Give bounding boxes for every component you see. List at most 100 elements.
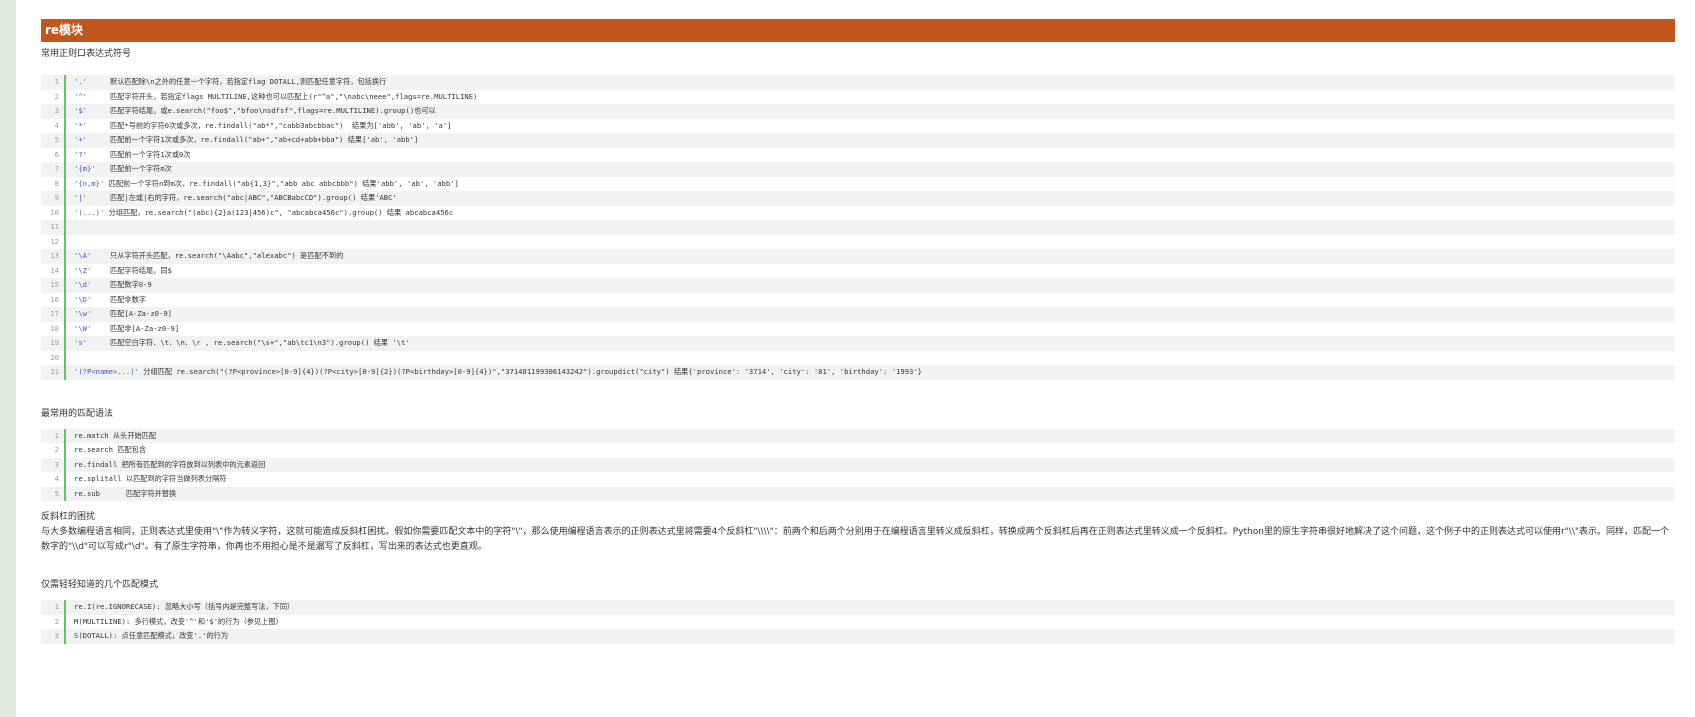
code-gutter: [64, 75, 66, 90]
code-gutter: [64, 472, 66, 487]
line-number: 10: [50, 207, 59, 217]
code-text: '\D' 匹配非数字: [74, 293, 146, 308]
code-text: '.' 默认匹配除\n之外的任意一个字符，若指定flag DOTALL,则匹配任意…: [74, 75, 386, 90]
line-number: 18: [50, 323, 59, 333]
regex-symbol: '{n,m}': [74, 178, 105, 188]
regex-description: 匹配字符结尾，或e.search("foo$","bfoo\nsdfsf",fl…: [110, 106, 436, 115]
code-line: 4 re.splitall 以匹配到的字符当做列表分隔符: [41, 472, 1675, 487]
code-gutter: [64, 278, 66, 293]
regex-description: 分组匹配，re.search("(abc){2}a(123|456)c", "a…: [108, 207, 454, 217]
code-gutter: [64, 162, 66, 177]
code-gutter: [64, 263, 66, 278]
regex-description: 匹配非[A-Za-z0-9]: [110, 323, 180, 333]
regex-description: 匹配|左或|右的字符，re.search("abc|ABC","ABCBabcC…: [110, 193, 397, 202]
line-number: 21: [50, 367, 59, 376]
regex-symbol: '\W': [74, 323, 92, 333]
code-gutter: [64, 486, 66, 501]
regex-symbol: '$': [74, 106, 87, 115]
code-gutter: [64, 220, 66, 235]
regex-symbol: '\w': [74, 309, 92, 318]
regex-description: 匹配前一个字符1次或多次，re.findall("ab+","ab+cd+abb…: [110, 135, 419, 144]
regex-symbol: '+': [74, 135, 87, 144]
regex-description: 匹配字符结尾，同$: [110, 265, 172, 275]
code-line: 20: [41, 350, 1675, 365]
code-line: 1 re.I(re.IGNORECASE): 忽略大小写（括号内是完整写法，下同）: [41, 600, 1675, 615]
regex-description: 匹配*号前的字符0次或多次，re.findall("ab*","cabb3abc…: [110, 120, 452, 130]
code-block-symbols: 1 '.' 默认匹配除\n之外的任意一个字符，若指定flag DOTALL,则匹配任…: [41, 75, 1675, 380]
regex-description: 匹配前一个字符1次或0次: [110, 149, 191, 159]
code-line: 10 '(...)' 分组匹配，re.search("(abc){2}a(123|…: [41, 205, 1675, 221]
code-text: re.findall 把所有匹配到的字符放到以列表中的元素返回: [74, 458, 265, 473]
code-block-match-syntax: 1 re.match 从头开始匹配 2 re.search 匹配包含 3 re.finda…: [41, 428, 1675, 502]
line-number: 13: [50, 251, 59, 260]
code-line: 19 's' 匹配空白字符、\t、\n、\r , re.search("\s+","…: [41, 336, 1675, 351]
code-line: 1 '.' 默认匹配除\n之外的任意一个字符，若指定flag DOTALL,则匹配任…: [41, 75, 1675, 90]
code-gutter: [64, 133, 66, 148]
left-margin-strip: [0, 0, 16, 717]
code-gutter: [64, 118, 66, 133]
line-number: 20: [50, 352, 59, 362]
code-text: re.match 从头开始匹配: [74, 429, 156, 444]
code-gutter: [64, 249, 66, 264]
code-gutter: [64, 89, 66, 104]
code-gutter: [64, 147, 66, 162]
code-gutter: [64, 321, 66, 336]
code-gutter: [64, 205, 66, 220]
code-text: M(MULTILINE): 多行模式，改变'^'和'$'的行为（参见上图）: [74, 615, 283, 630]
regex-symbol: '(...)': [74, 207, 105, 217]
regex-symbol: '(?P<name>...)': [74, 367, 139, 376]
section-title-bar: re模块: [41, 19, 1675, 42]
code-text: '{m}' 匹配前一个字符m次: [74, 162, 172, 177]
regex-description: 匹配空白字符、\t、\n、\r , re.search("\s+","ab\tc…: [110, 338, 410, 347]
line-number: 2: [54, 445, 59, 454]
section3-heading: 反斜杠的困扰: [41, 512, 96, 522]
code-line: 3 re.findall 把所有匹配到的字符放到以列表中的元素返回: [41, 457, 1675, 473]
match-method: re.match 从头开始匹配: [74, 430, 157, 440]
regex-description: 默认匹配除\n之外的任意一个字符，若指定flag DOTALL,则匹配任意字符，…: [110, 77, 387, 86]
regex-symbol: '{m}': [74, 164, 96, 173]
code-line: 3 S(DOTALL): 点任意匹配模式，改变'.'的行为: [41, 629, 1675, 644]
line-number: 9: [54, 193, 59, 202]
line-number: 12: [50, 236, 59, 246]
code-gutter: [64, 443, 66, 458]
regex-description: 只从字符开头匹配，re.search("\Aabc","alexabc") 是匹…: [110, 251, 344, 260]
line-number: 14: [50, 265, 59, 275]
line-number: 1: [54, 77, 59, 86]
code-text: '\A' 只从字符开头匹配，re.search("\Aabc","alexabc"…: [74, 249, 343, 264]
code-text: S(DOTALL): 点任意匹配模式，改变'.'的行为: [74, 629, 228, 644]
code-line: 2 M(MULTILINE): 多行模式，改变'^'和'$'的行为（参见上图）: [41, 614, 1675, 630]
code-text: '$' 匹配字符结尾，或e.search("foo$","bfoo\nsdfsf"…: [74, 104, 436, 119]
regex-description: 匹配字符开头，若指定flags MULTILINE,这种也可以匹配上(r"^a"…: [110, 91, 478, 101]
code-text: '(...)' 分组匹配，re.search("(abc){2}a(123|45…: [74, 206, 453, 221]
code-text: re.I(re.IGNORECASE): 忽略大小写（括号内是完整写法，下同）: [74, 600, 294, 615]
code-text: re.sub 匹配字符并替换: [74, 487, 176, 502]
code-line: 17 '\w' 匹配[A-Za-z0-9]: [41, 307, 1675, 322]
code-gutter: [64, 629, 66, 644]
line-number: 3: [54, 631, 59, 640]
code-gutter: [64, 191, 66, 206]
code-text: '{n,m}' 匹配前一个字符n到m次，re.findall("ab{1,3}"…: [74, 177, 459, 192]
code-text: re.splitall 以匹配到的字符当做列表分隔符: [74, 472, 227, 487]
code-gutter: [64, 104, 66, 119]
regex-symbol: '^': [74, 91, 87, 101]
code-line: 5 '+' 匹配前一个字符1次或多次，re.findall("ab+","ab+cd…: [41, 133, 1675, 148]
code-text: '+' 匹配前一个字符1次或多次，re.findall("ab+","ab+cd+…: [74, 133, 418, 148]
code-text: '(?P<name>...)' 分组匹配 re.search("(?P<prov…: [74, 365, 922, 380]
line-number: 17: [50, 309, 59, 318]
regex-symbol: '?': [74, 149, 87, 159]
code-gutter: [64, 350, 66, 365]
regex-description: 匹配前一个字符n到m次，re.findall("ab{1,3}","abb ab…: [108, 178, 459, 188]
match-method: re.findall 把所有匹配到的字符放到以列表中的元素返回: [74, 459, 266, 469]
code-gutter: [64, 428, 66, 443]
code-line: 12: [41, 234, 1675, 249]
code-text: '\d' 匹配数字0-9: [74, 278, 152, 293]
code-line: 8 '{n,m}' 匹配前一个字符n到m次，re.findall("ab{1,3}…: [41, 176, 1675, 192]
regex-description: 匹配数字0-9: [110, 280, 152, 289]
regex-description: 分组匹配 re.search("(?P<province>[0-9]{4})(?…: [143, 367, 923, 376]
flag-mode: S(DOTALL): 点任意匹配模式，改变'.'的行为: [74, 631, 229, 640]
regex-symbol: '*': [74, 120, 87, 130]
code-gutter: [64, 457, 66, 472]
code-line: 14 '\Z' 匹配字符结尾，同$: [41, 263, 1675, 279]
code-text: '\Z' 匹配字符结尾，同$: [74, 264, 172, 279]
code-line: 11: [41, 220, 1675, 235]
